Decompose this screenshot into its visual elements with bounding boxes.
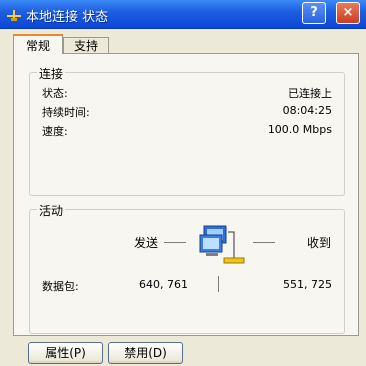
disable-button[interactable]: 禁用(D)	[108, 342, 183, 364]
title-bar[interactable]: 本地连接 状态 ? ×	[0, 0, 366, 29]
tab-support[interactable]: 支持	[63, 37, 109, 54]
connection-group: 连接 状态: 已连接上 持续时间: 08:04:25 速度: 100.0 Mbp…	[29, 65, 345, 196]
close-button[interactable]: ×	[336, 2, 360, 24]
sent-packets-value: 640, 761	[139, 278, 188, 291]
network-activity-icon	[199, 225, 245, 264]
window-title: 本地连接 状态	[26, 10, 109, 25]
received-packets-value: 551, 725	[283, 278, 332, 291]
status-value: 已连接上	[288, 87, 332, 100]
received-label: 收到	[307, 236, 332, 250]
speed-value: 100.0 Mbps	[267, 123, 332, 136]
network-connection-icon	[7, 10, 21, 21]
packets-label: 数据包:	[42, 280, 79, 293]
tab-panel: 连接 状态: 已连接上 持续时间: 08:04:25 速度: 100.0 Mbp…	[13, 53, 359, 336]
received-line	[253, 242, 275, 243]
connection-group-title: 连接	[37, 65, 66, 82]
help-button[interactable]: ?	[302, 2, 326, 24]
speed-label: 速度:	[42, 125, 68, 138]
sent-line	[164, 242, 186, 243]
duration-label: 持续时间:	[42, 106, 90, 119]
tab-general[interactable]: 常规	[13, 34, 63, 54]
sent-label: 发送	[134, 236, 159, 250]
activity-group: 活动 发送 收到 数据包: 640, 761 551, 725	[29, 202, 345, 334]
status-label: 状态:	[42, 87, 68, 100]
activity-group-title: 活动	[37, 202, 66, 219]
properties-button[interactable]: 属性(P)	[28, 342, 103, 364]
duration-value: 08:04:25	[282, 104, 332, 117]
packets-divider	[218, 276, 219, 292]
